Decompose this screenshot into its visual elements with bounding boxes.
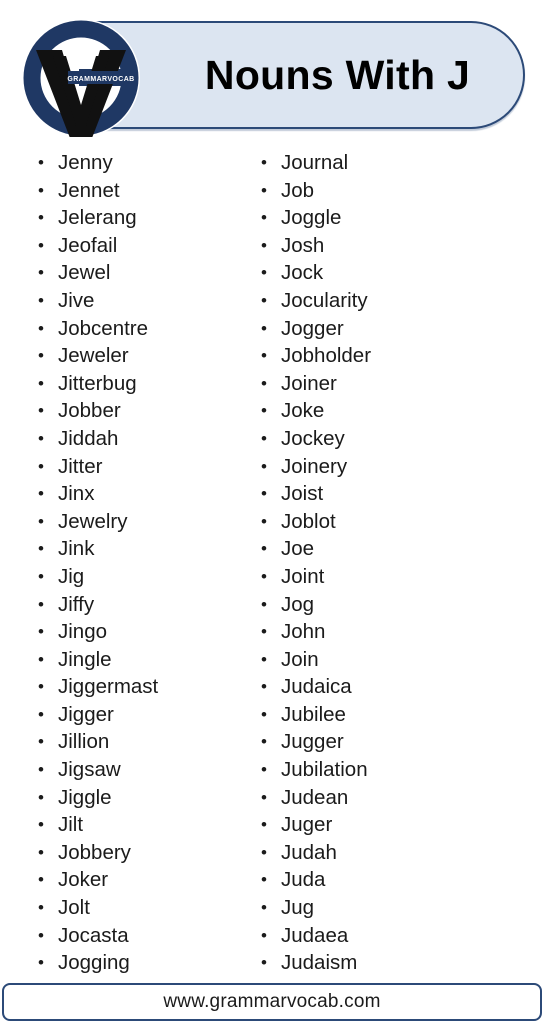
list-item: Joist [259, 480, 544, 508]
list-item: Job [259, 177, 544, 205]
list-item: Jugger [259, 728, 544, 756]
list-item: Joinery [259, 453, 544, 481]
list-item: Jocasta [36, 922, 248, 950]
list-item: Jeweler [36, 342, 248, 370]
list-item: Jobcentre [36, 315, 248, 343]
list-item: Jiffy [36, 591, 248, 619]
page-header: Nouns With J GRAMMARVOCAB [0, 0, 544, 145]
list-item: Jingle [36, 646, 248, 674]
list-item: Jogger [259, 315, 544, 343]
list-item: Jingo [36, 618, 248, 646]
list-item: Jog [259, 591, 544, 619]
logo-mark-icon: GRAMMARVOCAB [23, 20, 139, 137]
footer-bar: www.grammarvocab.com [2, 983, 542, 1021]
list-item: Jobholder [259, 342, 544, 370]
logo-brand-text: GRAMMARVOCAB [67, 76, 134, 83]
list-item: Jock [259, 259, 544, 287]
list-item: Jiddah [36, 425, 248, 453]
list-item: Journal [259, 149, 544, 177]
list-item: Jubilee [259, 701, 544, 729]
list-item: Jink [36, 535, 248, 563]
list-item: Jenny [36, 149, 248, 177]
list-item: Jobbery [36, 839, 248, 867]
list-item: Join [259, 646, 544, 674]
list-item: Joke [259, 397, 544, 425]
list-item: Jillion [36, 728, 248, 756]
list-item: Jubilation [259, 756, 544, 784]
list-item: Jiggermast [36, 673, 248, 701]
list-item: Judaica [259, 673, 544, 701]
list-item: Judaea [259, 922, 544, 950]
word-lists-container: Jenny Jennet Jelerang Jeofail Jewel Jive… [0, 145, 544, 980]
list-item: Jug [259, 894, 544, 922]
list-item: Jilt [36, 811, 248, 839]
list-item: Jiggle [36, 784, 248, 812]
list-item: Joblot [259, 508, 544, 536]
grammarvocab-logo: GRAMMARVOCAB [22, 19, 140, 137]
list-item: Joint [259, 563, 544, 591]
right-column: Journal Job Joggle Josh Jock Jocularity … [248, 145, 544, 980]
list-item: Jitter [36, 453, 248, 481]
list-item: Jennet [36, 177, 248, 205]
page-title: Nouns With J [204, 51, 471, 98]
list-item: Jitterbug [36, 370, 248, 398]
list-item: Jelerang [36, 204, 248, 232]
list-item: Jigger [36, 701, 248, 729]
list-item: Jewel [36, 259, 248, 287]
list-item: Jockey [259, 425, 544, 453]
list-item: Judean [259, 784, 544, 812]
word-list-left: Jenny Jennet Jelerang Jeofail Jewel Jive… [36, 149, 248, 977]
list-item: Jigsaw [36, 756, 248, 784]
list-item: Joe [259, 535, 544, 563]
word-list-right: Journal Job Joggle Josh Jock Jocularity … [259, 149, 544, 977]
website-url[interactable]: www.grammarvocab.com [163, 991, 380, 1013]
list-item: Jive [36, 287, 248, 315]
list-item: Judah [259, 839, 544, 867]
list-item: Jewelry [36, 508, 248, 536]
list-item: Judaism [259, 949, 544, 977]
list-item: Joiner [259, 370, 544, 398]
list-item: Joker [36, 866, 248, 894]
list-item: Jogging [36, 949, 248, 977]
list-item: Juger [259, 811, 544, 839]
list-item: Jobber [36, 397, 248, 425]
left-column: Jenny Jennet Jelerang Jeofail Jewel Jive… [0, 145, 248, 980]
list-item: Juda [259, 866, 544, 894]
list-item: Jeofail [36, 232, 248, 260]
list-item: John [259, 618, 544, 646]
list-item: Jig [36, 563, 248, 591]
list-item: Jolt [36, 894, 248, 922]
list-item: Josh [259, 232, 544, 260]
list-item: Jocularity [259, 287, 544, 315]
list-item: Joggle [259, 204, 544, 232]
list-item: Jinx [36, 480, 248, 508]
